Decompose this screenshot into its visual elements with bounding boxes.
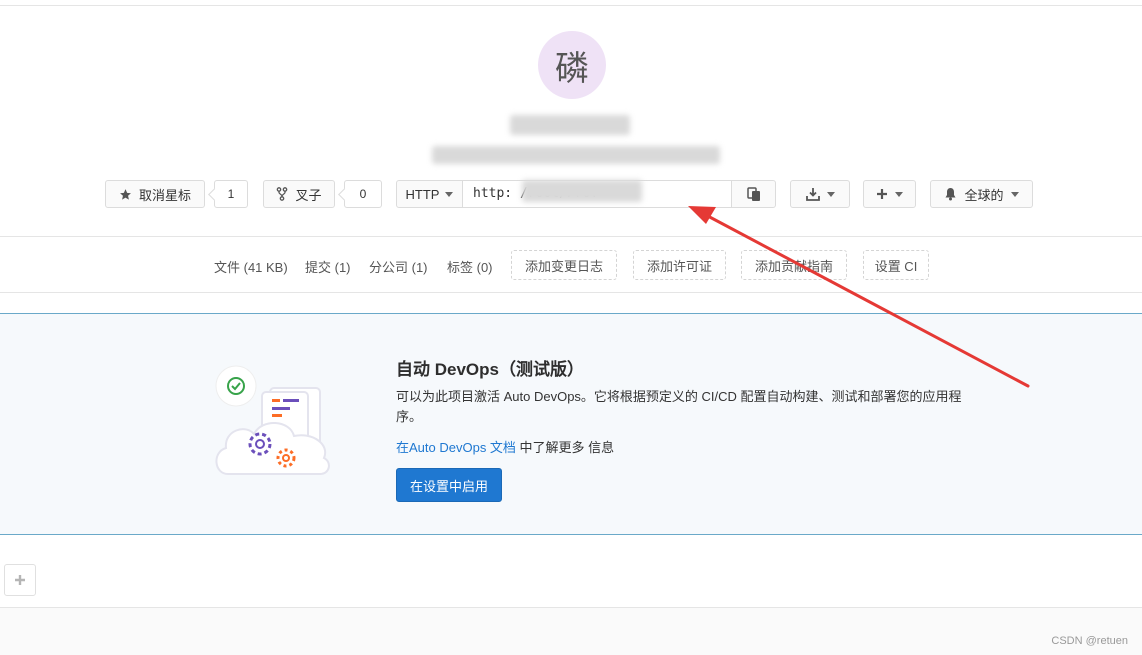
notification-dropdown[interactable]: 全球的 bbox=[930, 180, 1033, 208]
stat-commits[interactable]: 提交 (1) bbox=[305, 257, 351, 276]
devops-learn-suffix: 中了解更多 信息 bbox=[515, 440, 615, 455]
devops-learn-more: 在Auto DevOps 文档 中了解更多 信息 bbox=[396, 437, 614, 456]
chevron-down-icon bbox=[1010, 191, 1019, 197]
plus-icon bbox=[15, 575, 25, 585]
project-avatar: 磷 bbox=[538, 31, 606, 99]
star-label: 取消星标 bbox=[138, 187, 191, 203]
add-button[interactable] bbox=[4, 564, 36, 596]
star-button[interactable]: 取消星标 bbox=[105, 180, 205, 208]
fork-label: 叉子 bbox=[295, 187, 322, 203]
chevron-down-icon bbox=[826, 191, 835, 197]
plus-icon bbox=[877, 189, 887, 199]
download-icon bbox=[805, 188, 820, 201]
devops-docs-link[interactable]: 在Auto DevOps 文档 bbox=[396, 440, 516, 455]
add-changelog-button[interactable]: 添加变更日志 bbox=[511, 250, 617, 280]
clone-protocol-dropdown[interactable]: HTTP bbox=[396, 180, 463, 208]
avatar-letter: 磷 bbox=[555, 48, 589, 89]
devops-illustration bbox=[215, 365, 330, 475]
project-description-redacted bbox=[432, 146, 720, 164]
page-footer bbox=[0, 607, 1142, 655]
stat-branches[interactable]: 分公司 (1) bbox=[369, 257, 428, 276]
chevron-down-icon bbox=[895, 191, 903, 197]
project-name-redacted bbox=[510, 115, 630, 135]
copy-url-button[interactable] bbox=[731, 180, 776, 208]
new-item-button[interactable] bbox=[863, 180, 916, 208]
fork-count[interactable]: 0 bbox=[344, 180, 382, 208]
stat-files[interactable]: 文件 (41 KB) bbox=[214, 257, 288, 276]
watermark: CSDN @retuen bbox=[1051, 635, 1128, 647]
stats-bottom-divider bbox=[0, 292, 1142, 293]
add-license-button[interactable]: 添加许可证 bbox=[633, 250, 726, 280]
stat-tags[interactable]: 标签 (0) bbox=[447, 257, 493, 276]
setup-ci-button[interactable]: 设置 CI bbox=[863, 250, 929, 280]
fork-icon bbox=[277, 187, 288, 201]
fork-button[interactable]: 叉子 bbox=[263, 180, 335, 208]
bell-icon bbox=[945, 188, 956, 201]
stats-top-divider bbox=[0, 236, 1142, 237]
devops-description: 可以为此项目激活 Auto DevOps。它将根据预定义的 CI/CD 配置自动… bbox=[396, 389, 962, 424]
clone-url-redacted bbox=[522, 180, 642, 202]
devops-title: 自动 DevOps（测试版） bbox=[396, 360, 584, 379]
notification-label: 全球的 bbox=[964, 187, 1004, 203]
star-count[interactable]: 1 bbox=[214, 180, 248, 208]
add-contributing-button[interactable]: 添加贡献指南 bbox=[741, 250, 847, 280]
clipboard-icon bbox=[746, 186, 760, 201]
top-divider bbox=[0, 5, 1142, 6]
download-button[interactable] bbox=[790, 180, 850, 208]
clone-protocol-label: HTTP bbox=[405, 186, 440, 202]
chevron-down-icon bbox=[445, 191, 454, 197]
enable-in-settings-button[interactable]: 在设置中启用 bbox=[396, 468, 502, 502]
star-icon bbox=[120, 188, 131, 200]
